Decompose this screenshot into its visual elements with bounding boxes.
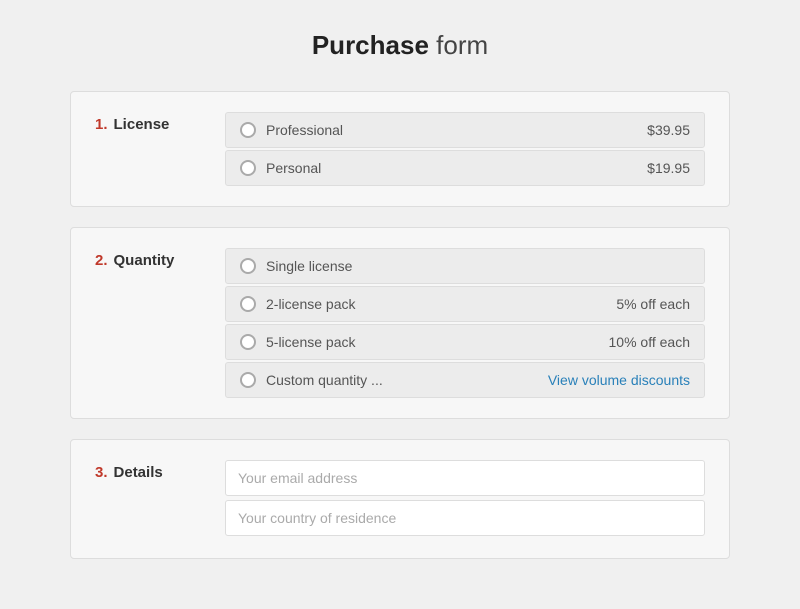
page-title: Purchase form bbox=[70, 30, 730, 61]
details-fields bbox=[225, 460, 705, 538]
view-volume-discounts-link[interactable]: View volume discounts bbox=[548, 372, 690, 388]
details-section-label: 3. Details bbox=[95, 460, 205, 481]
quantity-section: 2. Quantity Single license 2-license pac… bbox=[70, 227, 730, 419]
license-personal-price: $19.95 bbox=[647, 160, 690, 176]
details-section: 3. Details bbox=[70, 439, 730, 559]
quantity-option-five-pack[interactable]: 5-license pack 10% off each bbox=[225, 324, 705, 360]
quantity-two-pack-value: 5% off each bbox=[616, 296, 690, 312]
page-wrapper: Purchase form 1. License Professional $3… bbox=[50, 0, 750, 609]
quantity-option-single[interactable]: Single license bbox=[225, 248, 705, 284]
radio-custom[interactable] bbox=[240, 372, 256, 388]
license-section-title: License bbox=[114, 116, 170, 133]
quantity-option-two-pack[interactable]: 2-license pack 5% off each bbox=[225, 286, 705, 322]
radio-five-pack[interactable] bbox=[240, 334, 256, 350]
radio-two-pack[interactable] bbox=[240, 296, 256, 312]
license-professional-price: $39.95 bbox=[647, 122, 690, 138]
quantity-section-label: 2. Quantity bbox=[95, 248, 205, 269]
radio-single[interactable] bbox=[240, 258, 256, 274]
quantity-five-pack-label: 5-license pack bbox=[266, 334, 356, 350]
license-personal-label: Personal bbox=[266, 160, 321, 176]
license-option-personal[interactable]: Personal $19.95 bbox=[225, 150, 705, 186]
quantity-five-pack-value: 10% off each bbox=[609, 334, 690, 350]
radio-personal[interactable] bbox=[240, 160, 256, 176]
quantity-custom-label: Custom quantity ... bbox=[266, 372, 383, 388]
license-professional-label: Professional bbox=[266, 122, 343, 138]
quantity-options: Single license 2-license pack 5% off eac… bbox=[225, 248, 705, 398]
license-section-label: 1. License bbox=[95, 112, 205, 133]
email-input[interactable] bbox=[225, 460, 705, 496]
quantity-section-number: 2. bbox=[95, 252, 108, 269]
license-options: Professional $39.95 Personal $19.95 bbox=[225, 112, 705, 186]
details-section-title: Details bbox=[114, 464, 163, 481]
license-section-number: 1. bbox=[95, 116, 108, 133]
details-section-number: 3. bbox=[95, 464, 108, 481]
license-option-professional[interactable]: Professional $39.95 bbox=[225, 112, 705, 148]
country-input[interactable] bbox=[225, 500, 705, 536]
radio-professional[interactable] bbox=[240, 122, 256, 138]
quantity-option-custom[interactable]: Custom quantity ... View volume discount… bbox=[225, 362, 705, 398]
license-section: 1. License Professional $39.95 Personal … bbox=[70, 91, 730, 207]
quantity-section-title: Quantity bbox=[114, 252, 175, 269]
quantity-single-label: Single license bbox=[266, 258, 352, 274]
quantity-two-pack-label: 2-license pack bbox=[266, 296, 356, 312]
